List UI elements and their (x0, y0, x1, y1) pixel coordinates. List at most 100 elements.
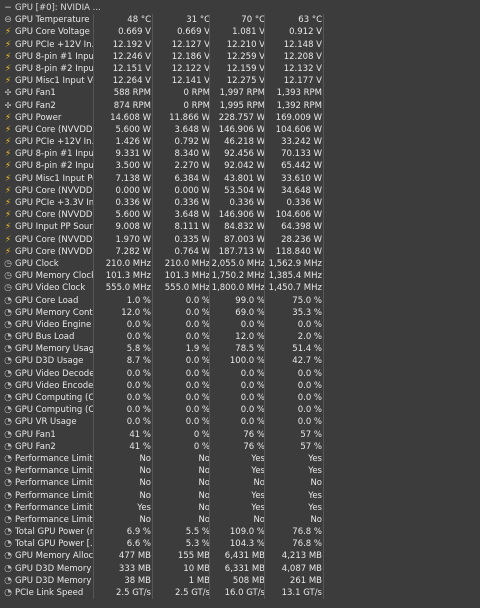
gauge-icon: ◔ (4, 490, 12, 501)
sensor-row[interactable]: ⚡ GPU PCIe +12V In... 12.192 V 12.127 V 12.2… (3, 38, 324, 51)
sensor-row[interactable]: ⚡GPU PCIe +3.3V In... 0.336 W 0.336 W 0.336… (3, 197, 324, 210)
column-divider (209, 440, 210, 453)
sensor-row[interactable]: ⚡GPU 8-pin #2 Input... 3.500 W 2.270 W 92.0… (3, 160, 324, 173)
column-divider (264, 270, 265, 283)
sensor-row[interactable]: ✣ GPU Fan2 874 RPM 0 RPM 1,995 RPM 1,392 RPM (3, 99, 324, 112)
value-c1: 1.970 W (115, 234, 151, 245)
collapse-icon[interactable]: − (3, 3, 13, 13)
column-divider (209, 38, 210, 51)
sensor-row[interactable]: ◔GPU D3D Memory ... 333 MB 10 MB 6,331 MB 4,… (3, 562, 324, 575)
column-divider (264, 62, 265, 76)
value-c1: 0.0 % (126, 368, 151, 379)
gauge-icon: ◔ (4, 332, 12, 343)
sensor-row[interactable]: ◔Performance Limit -... Yes No Yes Yes (3, 501, 324, 514)
sensor-row[interactable]: ⚡GPU Misc1 Input Po... 7.138 W 6.384 W 43.8… (3, 172, 324, 185)
sensor-row[interactable]: ◔GPU Computing (C... 0.0 % 0.0 % 0.0 % 0.0 % (3, 392, 324, 405)
column-divider (209, 197, 210, 210)
column-divider (152, 343, 153, 356)
sensor-row[interactable]: ⚡GPU Core (NVVDD) ... 7.282 W 0.764 W 187.7… (3, 245, 324, 258)
sensor-row[interactable]: ◔Performance Limit -... No No No No (3, 513, 324, 527)
sensor-row[interactable]: ◔GPU D3D Memory ... 38 MB 1 MB 508 MB 261 MB (3, 574, 324, 587)
sensor-row[interactable]: ◔Total GPU Power (n... 6.9 % 5.5 % 109.0 % 7… (3, 526, 324, 539)
column-divider (93, 160, 94, 173)
sensor-row[interactable]: ⚡ GPU Power 14.608 W 11.866 W 228.757 W 169.0… (3, 111, 324, 124)
sensor-row[interactable]: ⚡GPU 8-pin #1 Input... 12.246 V 12.186 V 12… (3, 50, 324, 63)
sensor-row[interactable]: ⚡GPU Core (NVVDD1... 0.000 W 0.000 W 53.504… (3, 184, 324, 197)
sensor-row[interactable]: ⚡GPU Core (NVVDD) ... 1.970 W 0.335 W 87.00… (3, 233, 324, 246)
sensor-row[interactable]: ◔ GPU Fan2 41 % 0 % 76 % 57 % (3, 440, 324, 453)
sensor-row[interactable]: ◔GPU Video Decode ... 0.0 % 0.0 % 0.0 % 0.0 … (3, 367, 324, 380)
sensor-row[interactable]: ◔ GPU Fan1 41 % 0 % 76 % 57 % (3, 428, 324, 441)
sensor-row[interactable]: ⊖ GPU Temperature 48 °C 31 °C 70 °C 63 °C (3, 14, 324, 27)
group-header-row[interactable]: − GPU [#0]: NVIDIA ... (3, 2, 323, 14)
column-divider (264, 87, 265, 100)
value-c4: 0.912 V (289, 27, 322, 38)
sensor-name: GPU D3D Usage (15, 356, 84, 367)
column-divider (93, 184, 94, 197)
gauge-icon: ◔ (4, 527, 12, 538)
sensor-name: GPU Fan1 (15, 88, 56, 99)
sensor-name: GPU Core (NVVDD) ... (15, 124, 93, 135)
sensor-row[interactable]: ◔ GPU D3D Usage 8.7 % 0.0 % 100.0 % 42.7 % (3, 355, 324, 368)
sensor-row[interactable]: ◔GPU Memory Alloca... 477 MB 155 MB 6,431 M… (3, 550, 324, 563)
column-divider (264, 245, 265, 258)
sensor-row[interactable]: ◔ GPU VR Usage 0.0 % 0.0 % 0.0 % 0.0 % (3, 416, 324, 429)
column-divider (152, 50, 153, 63)
sensor-row[interactable]: ◔ GPU Core Load 1.0 % 0.0 % 99.0 % 75.0 % (3, 294, 324, 307)
sensor-row[interactable]: ◔ Total GPU Power [... 6.6 % 5.3 % 104.3 % 76… (3, 538, 324, 551)
sensor-row[interactable]: ◔Performance Limit -... No No No No (3, 477, 324, 490)
sensor-row[interactable]: ⚡ GPU Input PP Sour... 9.008 W 8.111 W 84.83… (3, 221, 324, 234)
column-divider (152, 209, 153, 222)
column-divider (152, 574, 153, 587)
value-c4: Yes (308, 490, 322, 501)
sensor-row[interactable]: ◔ GPU Memory Usage 5.8 % 1.9 % 78.5 % 51.4 % (3, 343, 324, 356)
value-c2: No (198, 490, 210, 501)
sensor-row[interactable]: ⚡GPU 8-pin #2 Input... 12.151 V 12.122 V 12… (3, 62, 324, 76)
sensor-row[interactable]: ◔ GPU Bus Load 0.0 % 0.0 % 12.0 % 2.0 % (3, 331, 324, 344)
column-divider (264, 318, 265, 332)
sensor-name: GPU Memory Clock (15, 271, 93, 282)
column-divider (93, 501, 94, 514)
value-c3: 16.0 GT/s (224, 588, 265, 598)
value-c1: No (139, 478, 151, 489)
value-c4: 64.398 W (281, 222, 322, 233)
sensor-row[interactable]: ◔Performance Limit -... No No Yes Yes (3, 452, 324, 466)
sensor-row[interactable]: ◔GPU Computing (C... 0.0 % 0.0 % 0.0 % 0.0 % (3, 404, 324, 417)
sensor-row[interactable]: ⚡ GPU PCIe +12V In... 1.426 W 0.792 W 46.218… (3, 136, 324, 149)
sensor-row[interactable]: ◷ GPU Clock 210.0 MHz 210.0 MHz 2,055.0 MHz 1… (3, 257, 324, 271)
sensor-row[interactable]: ◔GPU Video Encode ... 0.0 % 0.0 % 0.0 % 0.0 … (3, 379, 324, 392)
column-divider (152, 477, 153, 490)
sensor-row[interactable]: ⚡ GPU Core Voltage 0.669 V 0.669 V 1.081 V 0.… (3, 26, 324, 39)
sensor-row[interactable]: ✣ GPU Fan1 588 RPM 0 RPM 1,997 RPM 1,393 RPM (3, 87, 324, 100)
column-divider (209, 379, 210, 392)
column-divider (93, 136, 94, 149)
sensor-row[interactable]: ◔ PCIe Link Speed 2.5 GT/s 2.5 GT/s 16.0 GT/… (3, 587, 324, 600)
column-divider (93, 99, 94, 112)
sensor-row[interactable]: ◷ GPU Video Clock 555.0 MHz 555.0 MHz 1,800.… (3, 282, 324, 295)
sensor-row[interactable]: ◷ GPU Memory Clock 101.3 MHz 101.3 MHz 1,750… (3, 270, 324, 283)
sensor-row[interactable]: ⚡GPU Core (NVVDD) ... 5.600 W 3.648 W 146.9… (3, 123, 324, 137)
column-divider (152, 87, 153, 100)
column-divider (93, 38, 94, 51)
sensor-row[interactable]: ⚡GPU 8-pin #1 Input... 9.331 W 8.340 W 92.4… (3, 148, 324, 161)
value-c2: 12.186 V (171, 51, 210, 62)
sensor-row[interactable]: ⚡GPU Core (NVVDD) ... 5.600 W 3.648 W 146.9… (3, 209, 324, 222)
value-c1: 8.7 % (126, 356, 151, 367)
gauge-icon: ◔ (4, 429, 12, 440)
sensor-row[interactable]: ◔Performance Limit -... No No Yes Yes (3, 489, 324, 502)
sensor-row[interactable]: ◔Performance Limit -... No No Yes Yes (3, 465, 324, 478)
sensor-row[interactable]: ⚡GPU Misc1 Input Vo... 12.264 V 12.141 V 12… (3, 75, 324, 88)
value-c4: 169.009 W (275, 112, 322, 123)
column-divider (93, 392, 94, 405)
column-divider (264, 513, 265, 527)
column-divider (323, 440, 324, 453)
column-divider (323, 343, 324, 356)
value-c2: 0.0 % (185, 393, 210, 403)
sensor-row[interactable]: ◔GPU Video Engine L... 0.0 % 0.0 % 0.0 % 0.0… (3, 318, 324, 332)
sensor-row[interactable]: ◔GPU Memory Contr... 12.0 % 0.0 % 69.0 % 35.… (3, 306, 324, 319)
column-divider (264, 172, 265, 185)
column-divider (323, 233, 324, 246)
gauge-icon: ◔ (4, 417, 12, 428)
column-divider (152, 233, 153, 246)
value-c2: 0.0 % (185, 319, 210, 330)
